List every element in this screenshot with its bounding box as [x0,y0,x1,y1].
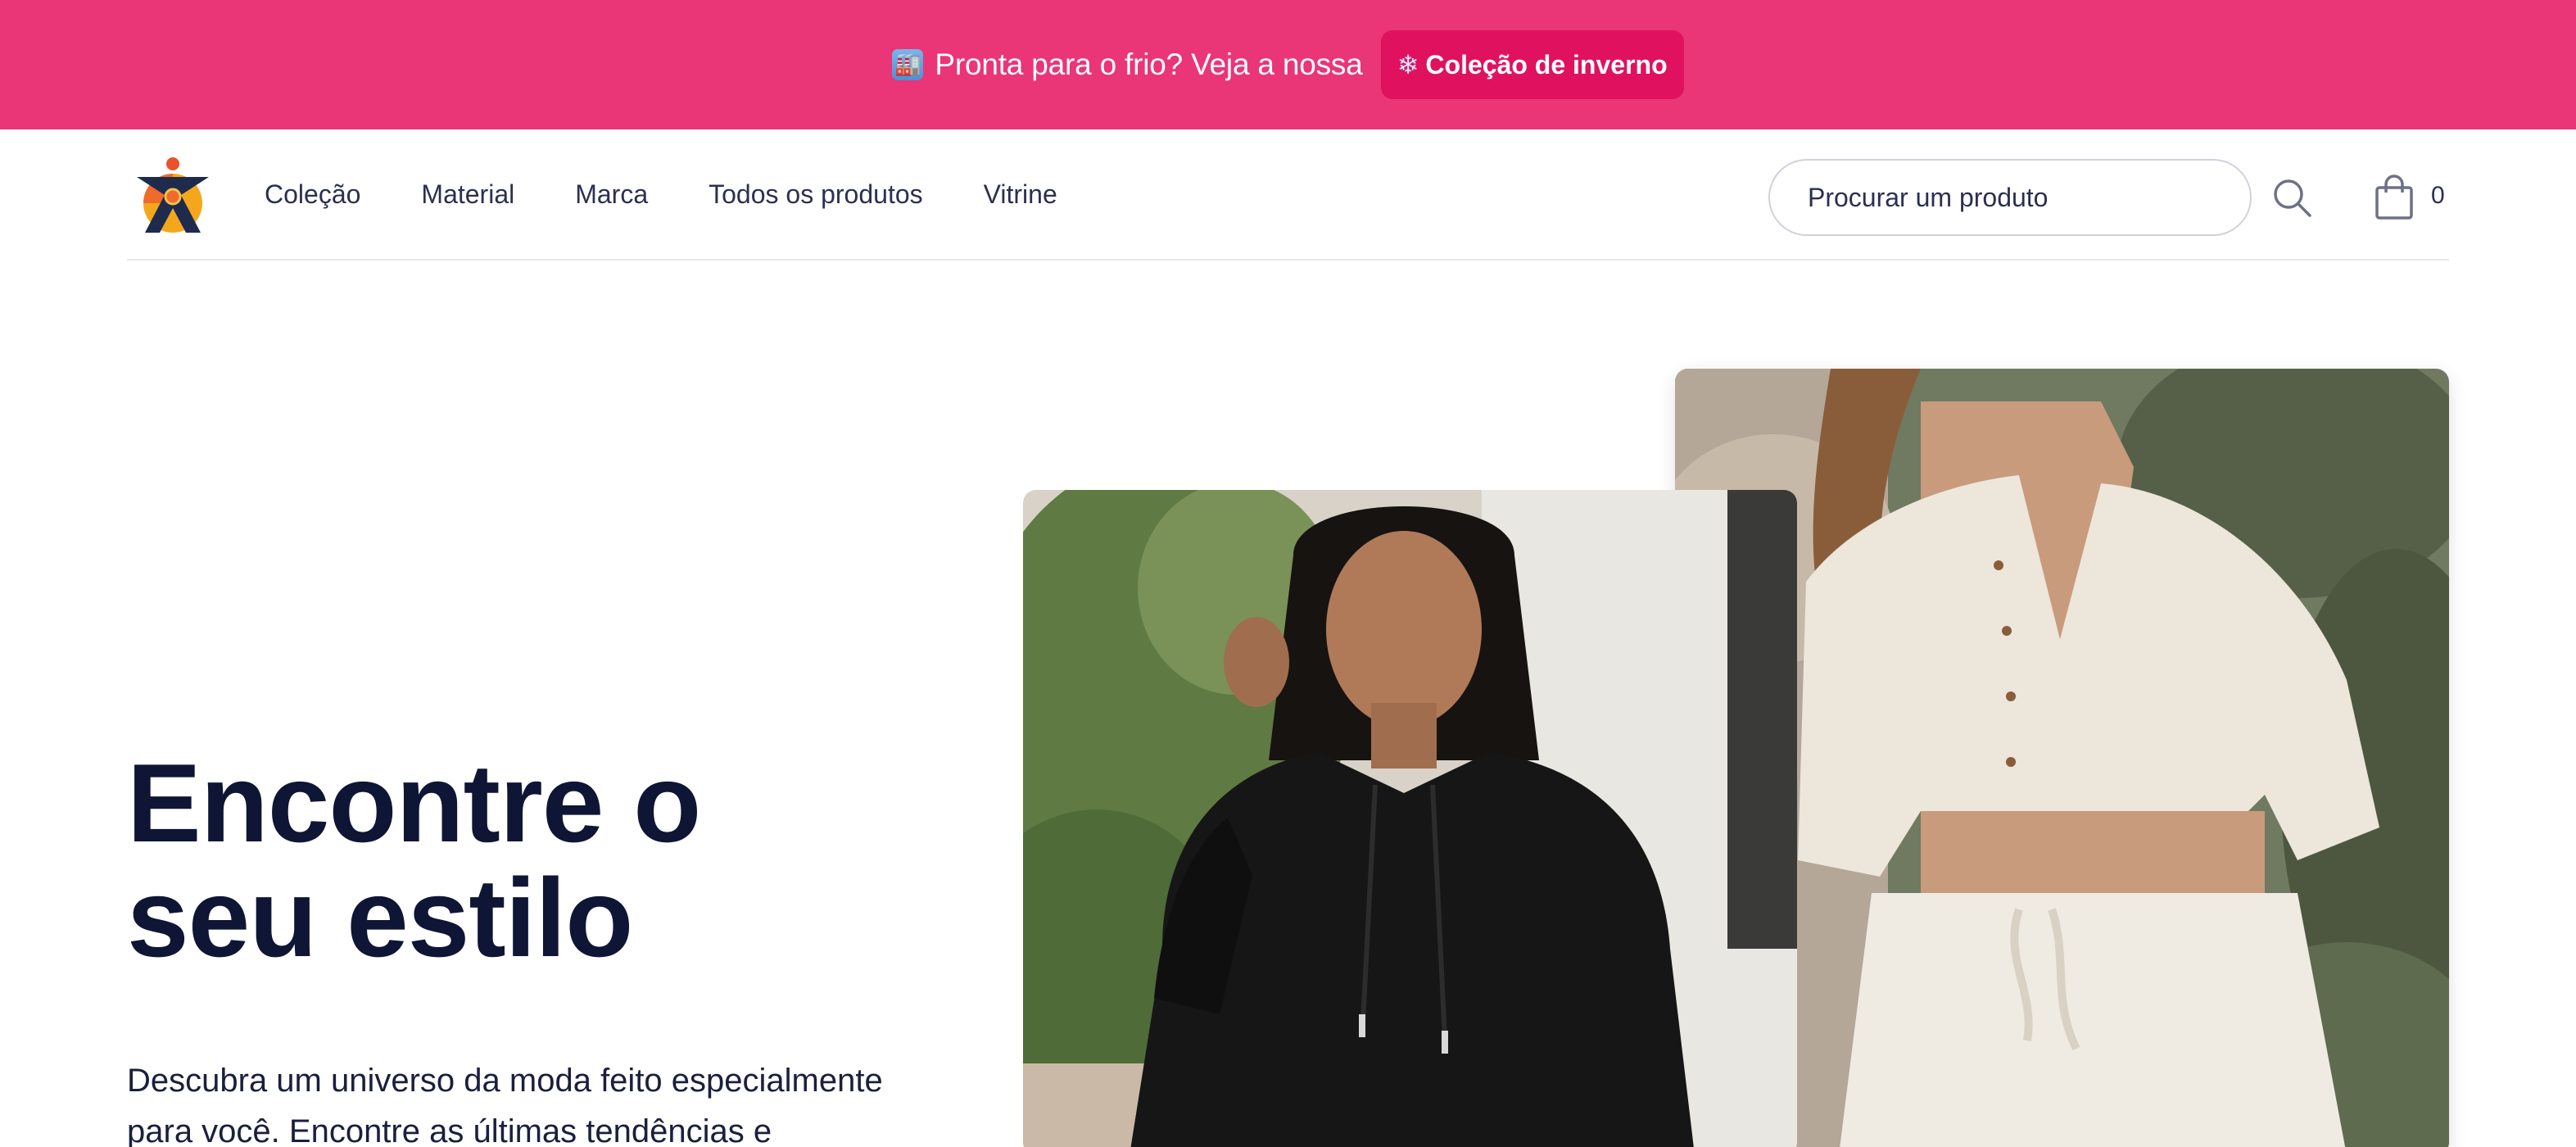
site-header: Coleção Material Marca Todos os produtos… [127,129,2449,261]
announcement-emoji-icon: 🏭 [892,49,924,80]
nav-item-colecao[interactable]: Coleção [265,179,360,210]
shopping-bag-icon[interactable] [2374,175,2415,220]
brand-logo-icon[interactable] [135,154,211,236]
nav-item-material[interactable]: Material [421,179,514,210]
search-input[interactable]: Procurar um produto [1768,159,2252,236]
cart-count[interactable]: 0 [2431,182,2445,210]
hero-description-line-1: Descubra um universo da moda feito espec… [127,1063,883,1099]
snowflake-icon: ❄ [1397,49,1419,80]
hero-photo-black-hoodie [1023,490,1797,1147]
hero-title-line-2: seu estilo [127,855,633,980]
main-nav: Coleção Material Marca Todos os produtos… [265,129,1057,259]
nav-item-marca[interactable]: Marca [575,179,648,210]
search-placeholder: Procurar um produto [1808,182,2049,212]
hero-description-line-2: para você. Encontre as últimas tendência… [127,1113,772,1147]
announcement-content: 🏭 Pronta para o frio? Veja a nossa ❄ Col… [892,30,1684,99]
winter-collection-label: Coleção de inverno [1425,49,1668,79]
nav-item-todos-os-produtos[interactable]: Todos os produtos [709,179,923,210]
hero-title-line-1: Encontre o [127,741,701,865]
hero-description: Descubra um universo da moda feito espec… [127,1055,946,1147]
announcement-bar: 🏭 Pronta para o frio? Veja a nossa ❄ Col… [0,0,2576,129]
nav-item-vitrine[interactable]: Vitrine [984,179,1057,210]
winter-collection-button[interactable]: ❄ Coleção de inverno [1380,30,1684,99]
announcement-text: Pronta para o frio? Veja a nossa [935,48,1363,81]
hero-title: Encontre o seu estilo [127,746,946,975]
search-icon[interactable] [2270,176,2313,219]
